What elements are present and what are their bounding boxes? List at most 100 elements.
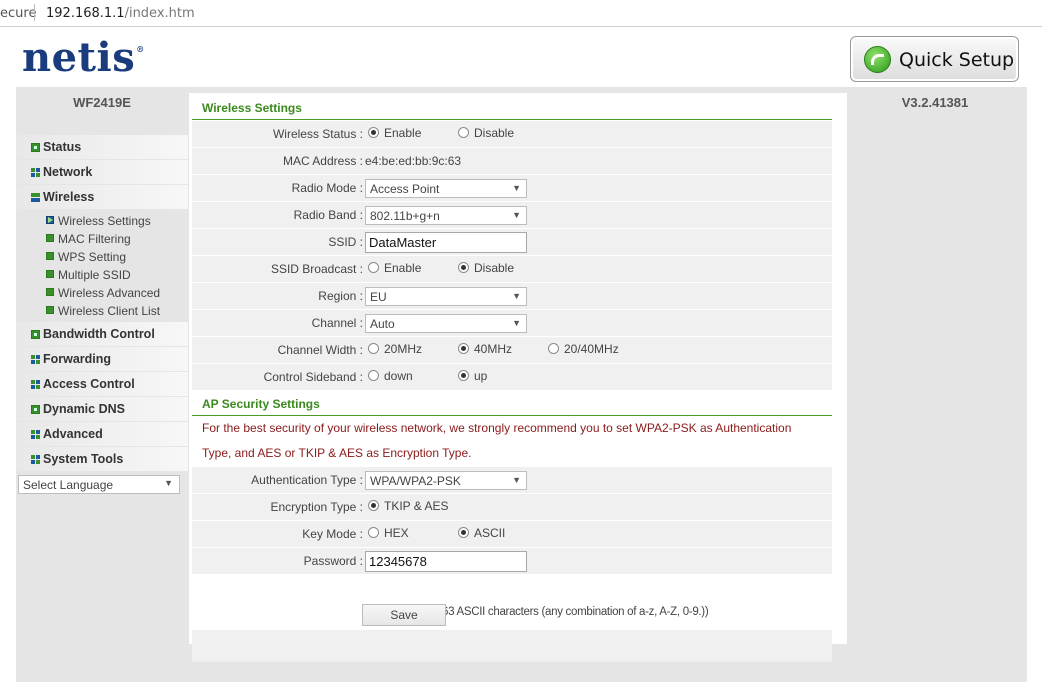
radio-label: TKIP & AES — [384, 499, 449, 513]
control-sideband-row: Control Sideband : down up — [192, 364, 832, 390]
logo-text: netis — [22, 34, 136, 81]
plus-icon — [46, 252, 54, 260]
region-select[interactable]: EU ▼ — [365, 287, 527, 306]
radio-label: ASCII — [474, 526, 506, 540]
submenu-item-multiple-ssid[interactable]: Multiple SSID — [16, 266, 188, 284]
page-header: netis® Quick Setup — [16, 31, 1027, 87]
radio-label: Enable — [384, 261, 422, 275]
channel-select[interactable]: Auto ▼ — [365, 314, 527, 333]
sidebar-item-dynamic-dns[interactable]: Dynamic DNS — [16, 397, 188, 421]
authentication-type-select[interactable]: WPA/WPA2-PSK ▼ — [365, 471, 527, 490]
field-label: Password : — [303, 554, 363, 568]
field-label: SSID : — [328, 235, 363, 249]
radio-checked-icon — [458, 527, 469, 538]
key-mode-row: Key Mode : HEX ASCII — [192, 521, 832, 547]
radio-label: Disable — [474, 261, 515, 275]
radio-label: 20MHz — [384, 342, 423, 356]
ssid-row: SSID : — [192, 229, 832, 255]
browser-address-bar[interactable]: ecure 192.168.1.1/index.htm — [0, 0, 1042, 27]
dropdown-arrow-icon: ▼ — [512, 183, 521, 193]
submenu-item-label: MAC Filtering — [58, 232, 131, 246]
plus-icon — [46, 288, 54, 296]
radio-band-row: Radio Band : 802.11b+g+n ▼ — [192, 202, 832, 228]
select-value: WPA/WPA2-PSK — [370, 474, 461, 488]
language-select[interactable]: Select Language ▼ — [18, 475, 180, 494]
address-separator — [34, 4, 35, 21]
radio-label: up — [474, 369, 488, 383]
security-recommendation: For the best security of your wireless n… — [202, 416, 822, 466]
ap-security-title: AP Security Settings — [202, 397, 320, 411]
submenu-item-wireless-settings[interactable]: Wireless Settings — [16, 212, 188, 230]
quick-setup-label: Quick Setup — [899, 49, 1015, 71]
sidebar-item-wireless[interactable]: Wireless — [16, 185, 188, 209]
radio-label: Enable — [384, 126, 422, 140]
submenu-item-wireless-advanced[interactable]: Wireless Advanced — [16, 284, 188, 302]
radio-label: Disable — [474, 126, 515, 140]
password-input[interactable] — [365, 551, 527, 572]
open-icon — [31, 193, 40, 202]
field-label: Encryption Type : — [270, 500, 364, 514]
netis-logo: netis® — [22, 34, 145, 81]
field-label: Wireless Status : — [272, 127, 363, 141]
submenu-item-mac-filtering[interactable]: MAC Filtering — [16, 230, 188, 248]
grid-icon — [31, 380, 40, 389]
field-label: SSID Broadcast : — [270, 262, 363, 276]
encryption-type-row: Encryption Type : TKIP & AES — [192, 494, 832, 520]
field-label: MAC Address : — [282, 154, 363, 168]
submenu-item-label: WPS Setting — [58, 250, 127, 264]
radio-checked-icon — [368, 500, 379, 511]
save-row — [192, 630, 832, 662]
ssid-input[interactable] — [365, 232, 527, 253]
field-label: Region : — [318, 289, 363, 303]
radio-unchecked-icon — [368, 343, 379, 354]
sidebar-item-label: Wireless — [43, 190, 95, 204]
registered-mark: ® — [136, 44, 145, 54]
firmware-version: V3.2.41381 — [901, 95, 969, 110]
url-text[interactable]: 192.168.1.1/index.htm — [46, 6, 195, 21]
sidebar-item-forwarding[interactable]: Forwarding — [16, 347, 188, 371]
select-value: 802.11b+g+n — [370, 209, 440, 223]
field-label: Key Mode : — [302, 527, 363, 541]
grid-icon — [31, 430, 40, 439]
dropdown-arrow-icon: ▼ — [512, 210, 521, 220]
mac-address-row: MAC Address : e4:be:ed:bb:9c:63 — [192, 148, 832, 174]
security-indicator[interactable]: ecure — [0, 6, 36, 21]
sidebar-item-advanced[interactable]: Advanced — [16, 422, 188, 446]
router-admin-page: netis® Quick Setup WF2419E V3.2.41381 St… — [16, 31, 1027, 682]
radio-band-select[interactable]: 802.11b+g+n ▼ — [365, 206, 527, 225]
sidebar-item-label: Bandwidth Control — [43, 327, 155, 341]
wireless-settings-title: Wireless Settings — [202, 101, 302, 115]
save-button[interactable]: Save — [362, 604, 446, 626]
radio-unchecked-icon — [548, 343, 559, 354]
settings-panel: Wireless Settings Wireless Status : Enab… — [189, 93, 847, 662]
field-label: Radio Mode : — [291, 181, 363, 195]
notice-line: Type, and AES or TKIP & AES as Encryptio… — [202, 446, 472, 460]
select-value: Auto — [370, 317, 395, 331]
sidebar-item-access-control[interactable]: Access Control — [16, 372, 188, 396]
radio-unchecked-icon — [368, 370, 379, 381]
plus-icon — [46, 270, 54, 278]
dropdown-arrow-icon: ▼ — [512, 318, 521, 328]
authentication-type-row: Authentication Type : WPA/WPA2-PSK ▼ — [192, 467, 832, 493]
submenu-item-label: Wireless Settings — [58, 214, 151, 228]
sidebar-item-network[interactable]: Network — [16, 160, 188, 184]
sidebar-item-label: Dynamic DNS — [43, 402, 125, 416]
grid-icon — [31, 355, 40, 364]
url-host: 192.168.1.1 — [46, 6, 125, 21]
submenu-item-wireless-client-list[interactable]: Wireless Client List — [16, 302, 188, 320]
dropdown-arrow-icon: ▼ — [512, 475, 521, 485]
sidebar-item-status[interactable]: Status — [16, 135, 188, 159]
sidebar-item-system-tools[interactable]: System Tools — [16, 447, 188, 471]
submenu-item-wps-setting[interactable]: WPS Setting — [16, 248, 188, 266]
region-row: Region : EU ▼ — [192, 283, 832, 309]
sidebar-item-label: Network — [43, 165, 93, 179]
radio-label: HEX — [384, 526, 409, 540]
grid-icon — [31, 168, 40, 177]
field-label: Authentication Type : — [251, 473, 363, 487]
notice-line: For the best security of your wireless n… — [202, 421, 792, 435]
radio-mode-select[interactable]: Access Point ▼ — [365, 179, 527, 198]
sidebar-item-label: System Tools — [43, 452, 124, 466]
sidebar-item-bandwidth-control[interactable]: Bandwidth Control — [16, 322, 188, 346]
quick-setup-button[interactable]: Quick Setup — [850, 36, 1019, 82]
select-value: EU — [370, 290, 387, 304]
